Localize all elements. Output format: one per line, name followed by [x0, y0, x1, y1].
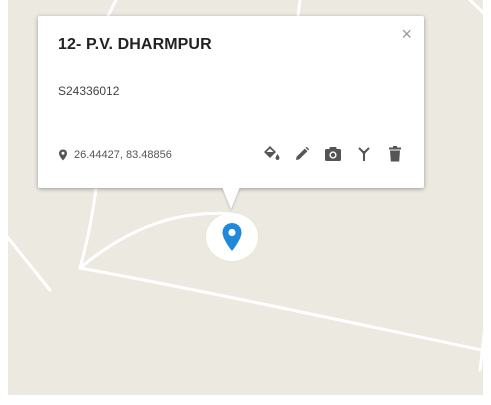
close-button[interactable]: × [401, 24, 412, 44]
paint-bucket-icon [264, 146, 280, 160]
pencil-icon [296, 146, 310, 160]
road [106, 0, 118, 18]
road [296, 0, 302, 18]
info-popup: × 12- P.V. DHARMPUR S24336012 26.44427, … [38, 16, 424, 188]
antenna-button[interactable] [353, 143, 375, 165]
map-pin-icon [59, 149, 67, 161]
road [78, 266, 491, 354]
map-frame-right [483, 0, 491, 405]
map-marker-icon [222, 223, 242, 251]
coordinates-row: 26.44427, 83.48856 [58, 149, 172, 161]
site-code: S24336012 [58, 84, 120, 98]
popup-actions [260, 143, 406, 165]
delete-button[interactable] [384, 143, 406, 165]
popup-pointer [222, 187, 240, 209]
map-view[interactable]: × 12- P.V. DHARMPUR S24336012 26.44427, … [0, 0, 491, 405]
edit-button[interactable] [291, 143, 313, 165]
antenna-icon [358, 147, 370, 161]
camera-button[interactable] [322, 143, 344, 165]
popup-title: 12- P.V. DHARMPUR [58, 36, 212, 53]
map-marker[interactable] [206, 213, 258, 261]
map-frame-left [0, 0, 8, 405]
coordinates-text: 26.44427, 83.48856 [74, 149, 172, 161]
camera-icon [325, 147, 341, 161]
paint-button[interactable] [260, 143, 282, 165]
trash-icon [389, 146, 401, 162]
map-frame-bottom [0, 395, 491, 405]
